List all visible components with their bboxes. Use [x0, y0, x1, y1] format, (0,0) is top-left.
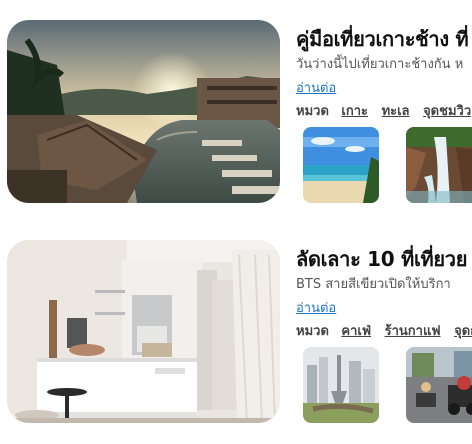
category-link-viewpoint[interactable]: จุดชมวิว [423, 104, 471, 119]
article-description: วันว่างนี้ไปเที่ยวเกาะช้างกัน ห [296, 57, 464, 72]
go-kart-thumbnail[interactable] [406, 347, 472, 423]
category-list: หมวด คาเฟ่ ร้านกาแฟ จุดถ่ [296, 320, 472, 341]
category-label: หมวด [296, 104, 329, 119]
category-link-island[interactable]: เกาะ [341, 104, 368, 119]
beach-thumbnail[interactable] [303, 127, 379, 203]
article-title[interactable]: คู่มือเที่ยวเกาะช้าง ที่ [296, 23, 469, 55]
article-card-koh-chang[interactable]: คู่มือเที่ยวเกาะช้าง ที่ วันว่างนี้ไปเที… [0, 20, 472, 224]
city-monument-thumbnail[interactable] [303, 347, 379, 423]
read-more-link[interactable]: อ่านต่อ [296, 77, 336, 98]
article-card-bts-cafes[interactable]: ลัดเลาะ 10 ที่เที่ยวย BTS สายสีเขียวเปิด… [0, 240, 472, 444]
category-link-coffee-shop[interactable]: ร้านกาแฟ [385, 324, 441, 339]
category-link-sea[interactable]: ทะเล [382, 104, 410, 119]
article-title[interactable]: ลัดเลาะ 10 ที่เที่ยวย [296, 243, 467, 275]
resort-pool-hero-image[interactable] [7, 20, 280, 203]
cafe-interior-hero-image[interactable] [7, 240, 280, 423]
category-label: หมวด [296, 324, 329, 339]
read-more-link[interactable]: อ่านต่อ [296, 297, 336, 318]
category-link-photo-spot[interactable]: จุดถ่ [454, 324, 472, 339]
waterfall-thumbnail[interactable] [406, 127, 472, 203]
article-description: BTS สายสีเขียวเปิดให้บริกา [296, 277, 451, 292]
category-list: หมวด เกาะ ทะเล จุดชมวิว ก [296, 100, 472, 121]
category-link-cafe[interactable]: คาเฟ่ [341, 324, 371, 339]
